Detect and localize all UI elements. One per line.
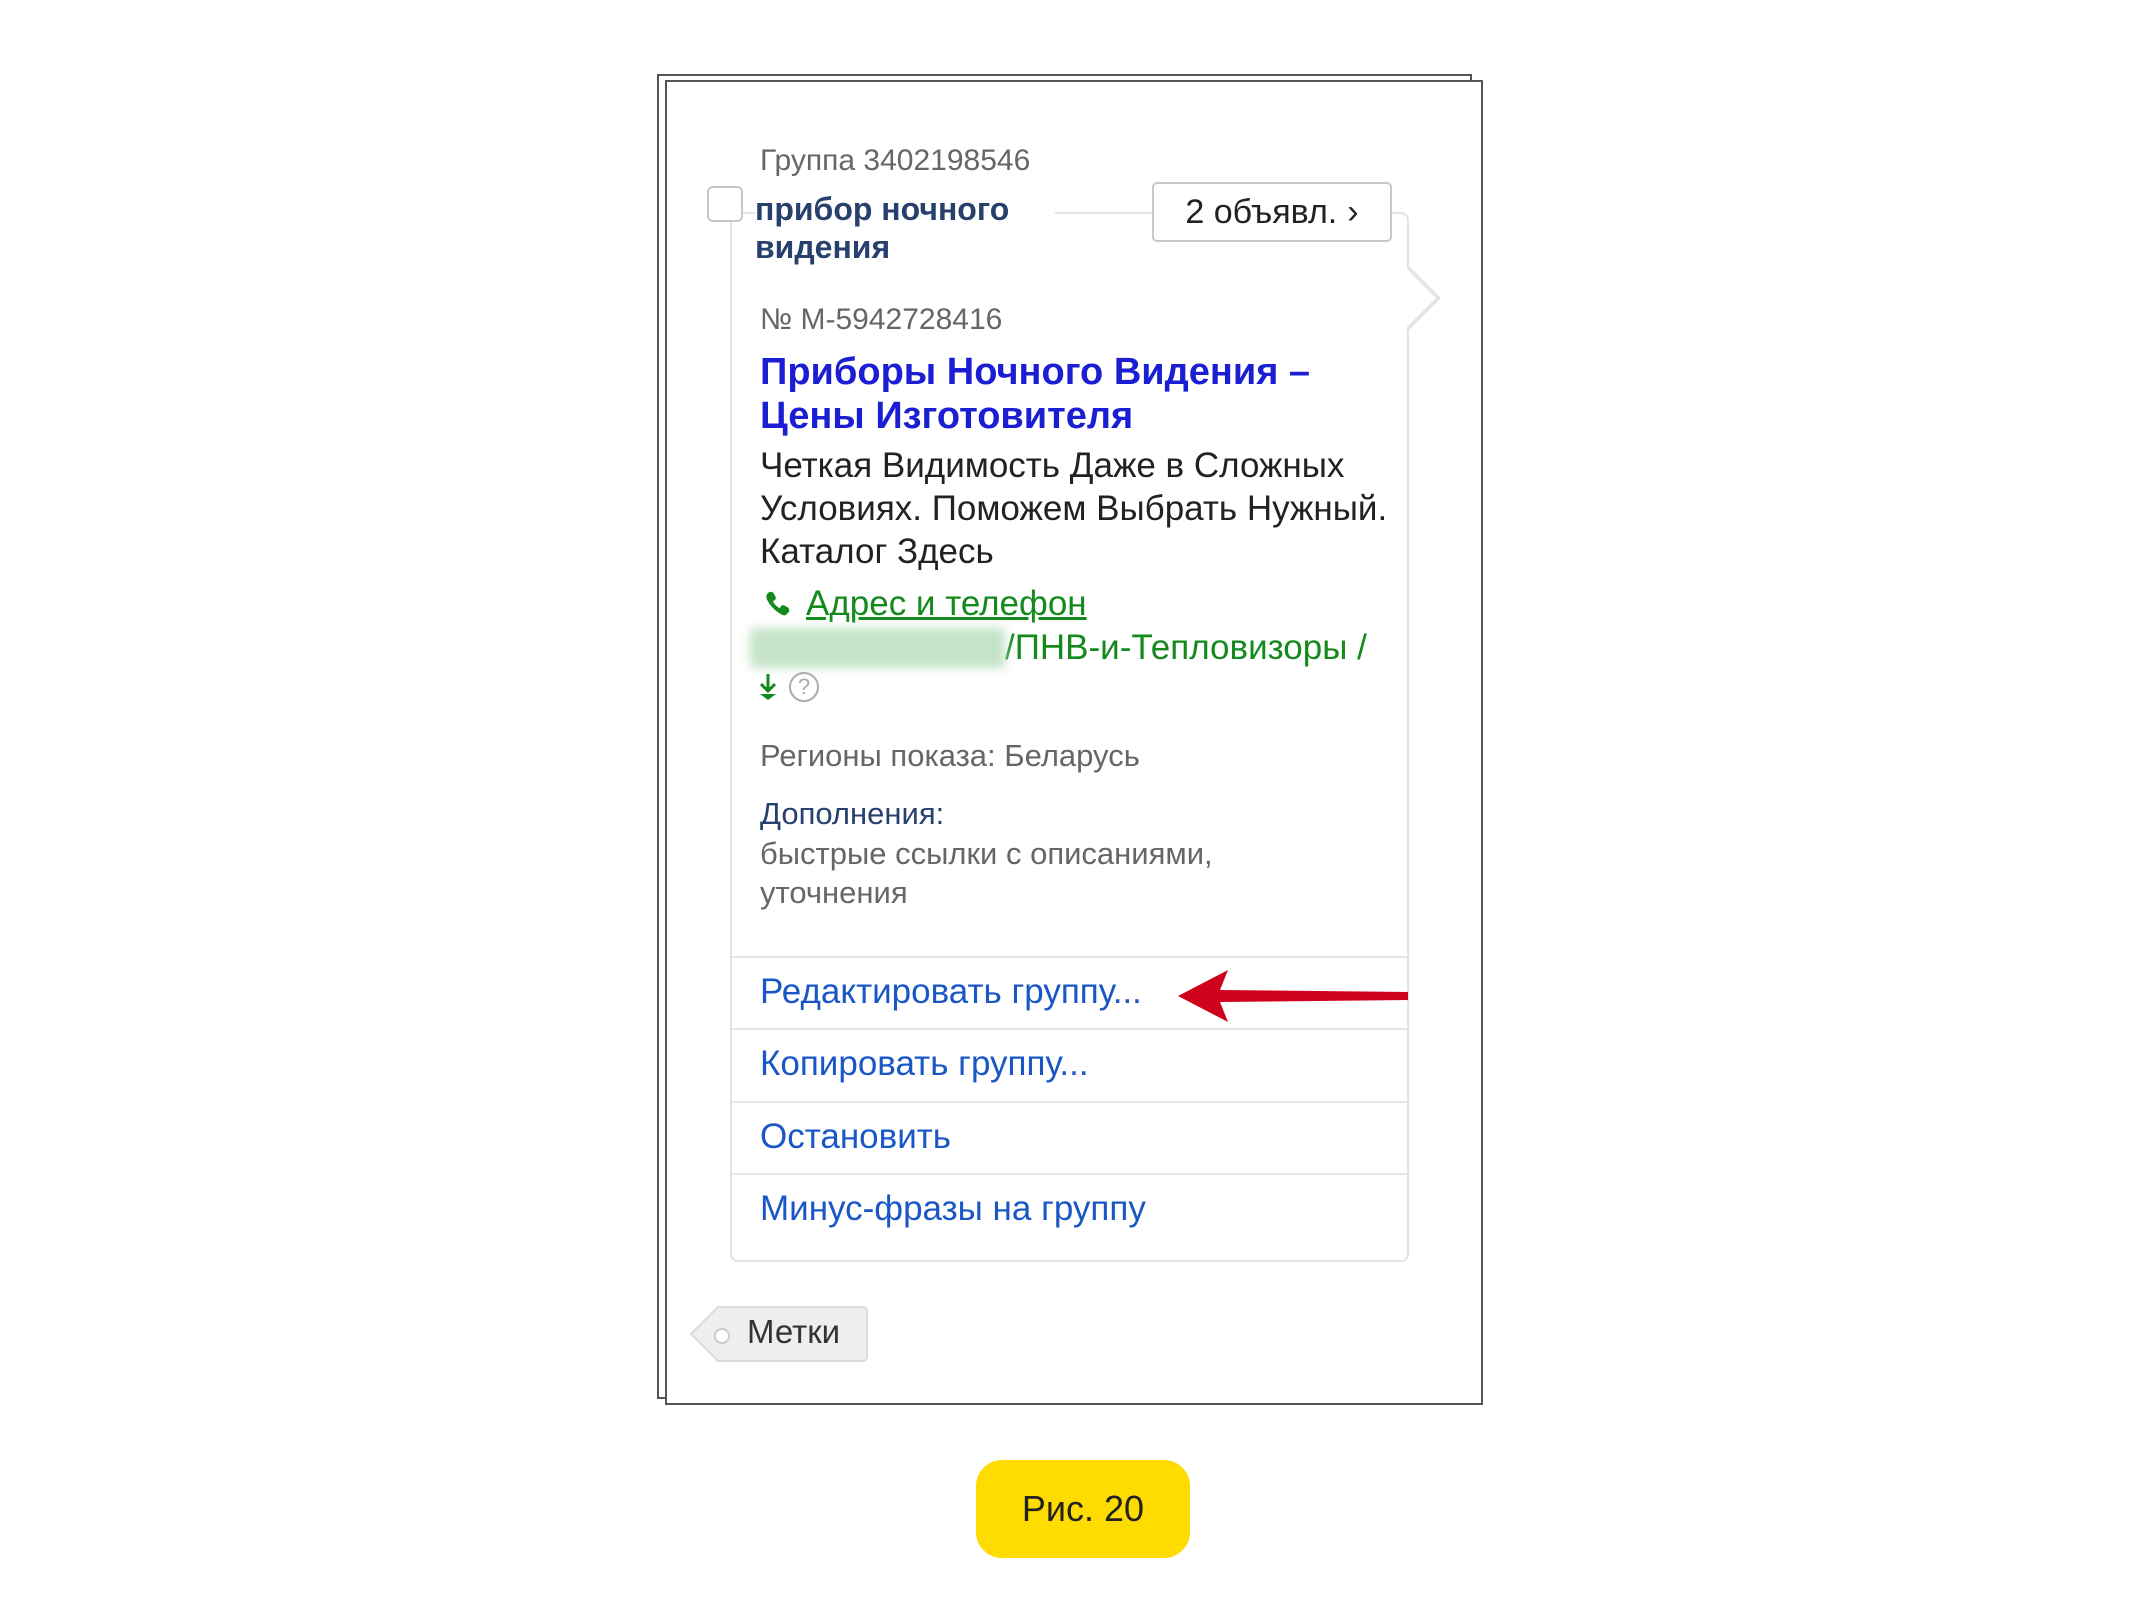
stop-link[interactable]: Остановить: [760, 1117, 951, 1157]
address-phone-link[interactable]: Адрес и телефон: [806, 584, 1087, 624]
figure-caption: Рис. 20: [976, 1460, 1190, 1558]
group-name[interactable]: прибор ночного видения: [755, 190, 1055, 266]
ad-title: Приборы Ночного Видения – Цены Изготовит…: [760, 351, 1311, 437]
ads-count-label: 2 объявл.: [1185, 192, 1338, 231]
phone-icon: [766, 591, 790, 616]
blurred-domain: [750, 628, 1005, 668]
url-path: /ПНВ-и-Тепловизоры /: [1005, 628, 1367, 667]
group-checkbox[interactable]: [707, 186, 743, 222]
ad-icons-row: ?: [757, 672, 819, 702]
copy-group-link[interactable]: Копировать группу...: [760, 1044, 1089, 1084]
chevron-right-icon: ›: [1347, 192, 1359, 231]
menu-divider: [732, 1173, 1407, 1175]
tags-button[interactable]: Метки: [747, 1313, 840, 1351]
display-url[interactable]: /ПНВ-и-Тепловизоры /: [750, 628, 1367, 668]
red-arrow-annotation: [1178, 970, 1408, 1022]
menu-divider: [732, 1028, 1407, 1030]
group-number: Группа 3402198546: [760, 144, 1031, 177]
extras-value: быстрые ссылки с описаниями, уточнения: [760, 836, 1213, 910]
regions-text: Регионы показа: Беларусь: [760, 738, 1140, 773]
menu-divider: [732, 1101, 1407, 1103]
ad-number: № M-5942728416: [760, 303, 1003, 336]
contact-row: Адрес и телефон: [760, 584, 1087, 624]
extras-label: Дополнения:: [760, 796, 945, 831]
menu-divider: [732, 956, 1407, 958]
ads-count-button[interactable]: 2 объявл. ›: [1152, 182, 1392, 242]
edit-group-link[interactable]: Редактировать группу...: [760, 972, 1142, 1012]
ad-text: Четкая Видимость Даже в Сложных Условиях…: [760, 446, 1388, 571]
help-icon[interactable]: ?: [789, 672, 819, 702]
download-icon: [759, 674, 777, 700]
negative-keywords-link[interactable]: Минус-фразы на группу: [760, 1189, 1146, 1229]
